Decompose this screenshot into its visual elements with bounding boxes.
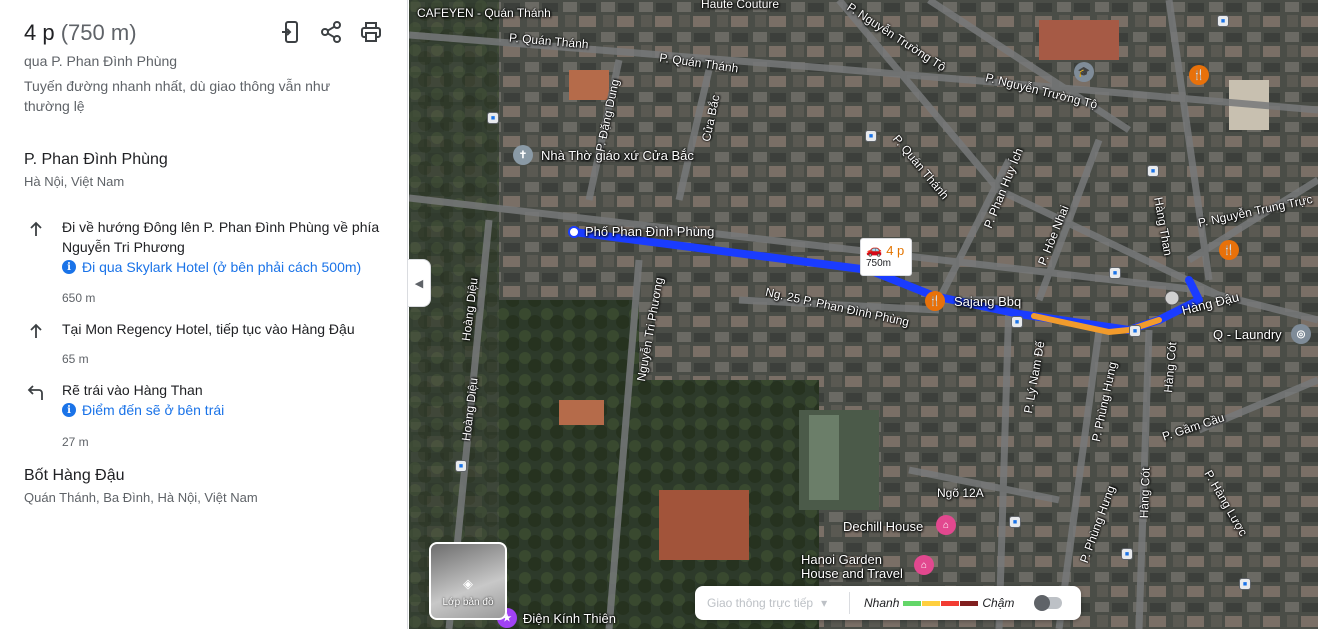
bus-stop-icon[interactable]: ■ bbox=[455, 460, 467, 472]
traffic-fast-label: Nhanh bbox=[864, 596, 900, 610]
bus-stop-icon[interactable]: ■ bbox=[1011, 316, 1023, 328]
info-icon: i bbox=[62, 403, 76, 417]
traffic-color-swatch bbox=[941, 600, 960, 606]
satellite-map[interactable]: CAFEYEN - Quán Thánh Haute Couture P. Qu… bbox=[409, 0, 1318, 629]
send-to-phone-icon[interactable] bbox=[279, 20, 303, 44]
traffic-slow-label: Chậm bbox=[982, 596, 1015, 610]
layers-icon: ◈ bbox=[463, 576, 473, 591]
poi-label-dienkinhthien[interactable]: Điện Kính Thiên bbox=[523, 611, 616, 626]
bus-stop-icon[interactable]: ■ bbox=[1121, 548, 1133, 560]
bus-stop-icon[interactable]: ■ bbox=[1129, 325, 1141, 337]
bus-stop-icon[interactable]: ■ bbox=[1217, 15, 1229, 27]
bus-stop-icon[interactable]: ■ bbox=[865, 130, 877, 142]
traffic-select-value: Giao thông trực tiếp bbox=[707, 596, 814, 610]
bus-stop-icon[interactable]: ■ bbox=[1147, 165, 1159, 177]
traffic-toggle[interactable] bbox=[1034, 595, 1063, 611]
route-time: 4 p bbox=[24, 20, 55, 45]
step-length: 65 m bbox=[62, 352, 89, 366]
bus-stop-icon[interactable]: ■ bbox=[1109, 267, 1121, 279]
collapse-panel-button[interactable]: ◀ bbox=[408, 259, 431, 307]
eta-time: 4 p bbox=[886, 242, 905, 258]
laundry-icon[interactable]: ◎ bbox=[1291, 324, 1311, 344]
route-via: qua P. Phan Đình Phùng bbox=[24, 53, 178, 69]
bus-stop-icon[interactable]: ■ bbox=[1239, 578, 1251, 590]
directions-panel: 4 p (750 m) qua P. Phan Đình Phùng Tuyến… bbox=[0, 0, 408, 629]
start-location-address: Hà Nội, Việt Nam bbox=[24, 174, 125, 189]
route-distance: (750 m) bbox=[60, 20, 137, 45]
street-label: Ngõ 12A bbox=[937, 486, 984, 500]
restaurant-icon[interactable]: 🍴 bbox=[925, 291, 945, 311]
arrow-up-icon bbox=[30, 221, 42, 236]
step-length: 650 m bbox=[62, 291, 96, 305]
start-location-name: P. Phan Đình Phùng bbox=[24, 151, 168, 168]
step-length: 27 m bbox=[62, 435, 89, 449]
hotel-icon[interactable]: ⌂ bbox=[914, 555, 934, 575]
restaurant-icon[interactable]: 🍴 bbox=[1219, 240, 1239, 260]
poi-label-start: Phố Phan Đình Phùng bbox=[585, 224, 715, 239]
print-icon[interactable] bbox=[359, 20, 383, 44]
info-icon: i bbox=[62, 260, 76, 274]
destination-name: Bốt Hàng Đậu bbox=[24, 467, 125, 484]
eta-distance: 750m bbox=[866, 258, 892, 269]
map-label: Haute Couture bbox=[701, 0, 780, 11]
traffic-color-swatch bbox=[960, 600, 979, 606]
map-layers-button[interactable]: ◈ Lớp bản đồ bbox=[429, 542, 507, 620]
step-instruction: Tại Mon Regency Hotel, tiếp tục vào Hàng… bbox=[62, 321, 355, 337]
street-label: Hàng Cót bbox=[1137, 467, 1153, 519]
step-instruction: Đi về hướng Đông lên P. Phan Đình Phùng … bbox=[62, 219, 380, 255]
traffic-legend: Giao thông trực tiếp ▾ Nhanh Chậm bbox=[695, 586, 1081, 620]
traffic-color-swatch bbox=[922, 600, 941, 606]
traffic-select[interactable]: Giao thông trực tiếp ▾ bbox=[695, 592, 850, 614]
chevron-down-icon: ▾ bbox=[821, 596, 828, 610]
route-toolbar bbox=[279, 20, 383, 44]
poi-label-church[interactable]: Nhà Thờ giáo xứ Cửa Bắc bbox=[541, 148, 694, 163]
car-icon: 🚗 bbox=[866, 242, 883, 257]
step-info-text: Đi qua Skylark Hotel (ở bên phải cách 50… bbox=[82, 259, 362, 275]
step-info: i Đi qua Skylark Hotel (ở bên phải cách 5… bbox=[62, 259, 361, 275]
step-info-text: Điểm đến sẽ ở bên trái bbox=[82, 402, 225, 418]
turn-left-icon bbox=[27, 385, 43, 400]
poi-label-sajang[interactable]: Sajang Bbq bbox=[954, 294, 1021, 309]
traffic-color-swatch bbox=[903, 600, 922, 606]
route-note: Tuyến đường nhanh nhất, dù giao thông vẫ… bbox=[24, 78, 331, 114]
bus-stop-icon[interactable]: ■ bbox=[487, 112, 499, 124]
hotel-icon[interactable]: ⌂ bbox=[936, 515, 956, 535]
route-eta-callout[interactable]: 🚗 4 p 750m bbox=[860, 238, 912, 276]
map-label: CAFEYEN - Quán Thánh bbox=[417, 6, 551, 20]
step-instruction: Rẽ trái vào Hàng Than bbox=[62, 382, 203, 398]
step-info: i Điểm đến sẽ ở bên trái bbox=[62, 402, 224, 418]
poi-label-dechill[interactable]: Dechill House bbox=[843, 519, 923, 534]
restaurant-icon[interactable]: 🍴 bbox=[1189, 65, 1209, 85]
arrow-up-icon bbox=[30, 323, 42, 338]
poi-label-laundry[interactable]: Q - Laundry bbox=[1213, 327, 1282, 342]
poi-label-hanoigarden[interactable]: Hanoi Garden House and Travel bbox=[801, 553, 921, 581]
layers-label: Lớp bản đồ bbox=[442, 597, 494, 608]
destination-address: Quán Thánh, Ba Đình, Hà Nội, Việt Nam bbox=[24, 490, 258, 505]
school-icon[interactable]: 🎓 bbox=[1074, 62, 1094, 82]
church-icon[interactable]: ✝ bbox=[513, 145, 533, 165]
traffic-color-scale bbox=[903, 600, 979, 606]
bus-stop-icon[interactable]: ■ bbox=[1009, 516, 1021, 528]
route-summary-title: 4 p (750 m) bbox=[24, 20, 137, 46]
share-icon[interactable] bbox=[319, 20, 343, 44]
chevron-left-icon: ◀ bbox=[414, 277, 424, 290]
